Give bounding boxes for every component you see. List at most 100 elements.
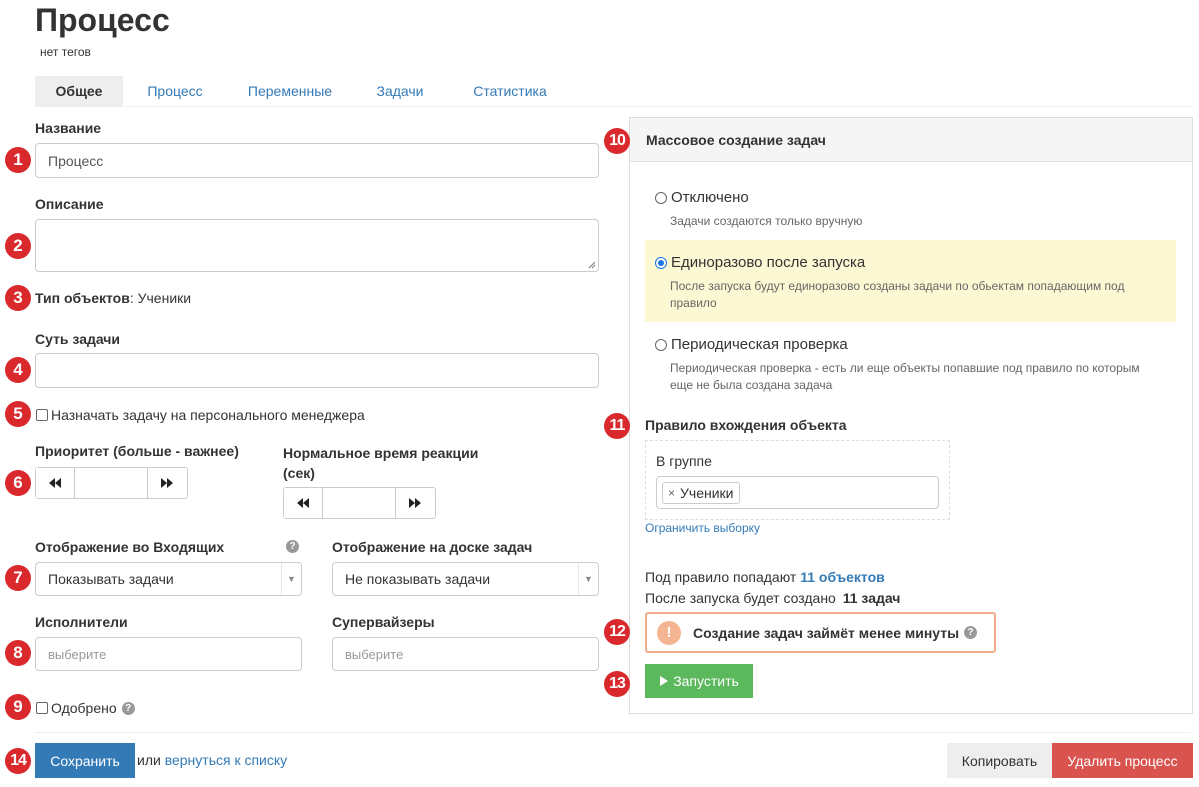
group-label: В группе <box>656 453 712 469</box>
or-back-row: или вернуться к списку <box>137 752 287 768</box>
count-prefix: Под правило попадают <box>645 569 801 585</box>
description-textarea[interactable] <box>35 219 599 272</box>
save-button[interactable]: Сохранить <box>35 743 135 778</box>
remove-tag-icon[interactable]: × <box>668 486 675 500</box>
supervisors-input[interactable]: выберите <box>332 637 599 671</box>
badge-3: 3 <box>5 285 31 311</box>
option-disabled-title: Отключено <box>671 189 749 206</box>
option-disabled[interactable]: Отключено <box>655 189 749 206</box>
assign-manager-label: Назначать задачу на персонального менедж… <box>51 407 365 423</box>
copy-button[interactable]: Копировать <box>947 743 1052 778</box>
tab-bar: Общее Процесс Переменные Задачи Статисти… <box>35 76 1191 107</box>
footer-divider <box>35 732 1191 733</box>
delete-process-button[interactable]: Удалить процесс <box>1052 743 1193 778</box>
badge-4: 4 <box>5 357 31 383</box>
approved-label: Одобрено <box>51 700 117 716</box>
group-select[interactable]: × Ученики <box>656 476 939 509</box>
name-input[interactable]: Процесс <box>35 143 599 178</box>
warning-icon: ! <box>657 620 681 645</box>
name-label: Название <box>35 120 102 136</box>
option-once-title: Единоразово после запуска <box>671 254 866 271</box>
badge-9: 9 <box>5 694 31 720</box>
assign-manager-checkbox[interactable] <box>36 409 48 421</box>
help-icon[interactable]: ? <box>121 701 135 715</box>
badge-2: 2 <box>5 233 31 259</box>
approved-row: Одобрено ? <box>36 700 135 716</box>
tags-label: нет тегов <box>40 45 91 59</box>
tab-variables[interactable]: Переменные <box>227 76 353 107</box>
option-disabled-desc: Задачи создаются только вручную <box>670 214 863 228</box>
or-text: или <box>137 752 161 768</box>
inbox-display-select[interactable]: Показывать задачи ▼ <box>35 562 302 596</box>
executors-input[interactable]: выберите <box>35 637 302 671</box>
page-title: Процесс <box>35 2 170 38</box>
priority-stepper[interactable] <box>35 467 188 499</box>
reaction-decrease-button[interactable] <box>284 488 322 518</box>
resize-handle-icon[interactable] <box>588 261 596 269</box>
help-icon[interactable]: ? <box>286 540 299 553</box>
option-periodic[interactable]: Периодическая проверка <box>655 336 848 353</box>
reaction-label: Нормальное время реакции (сек) <box>283 445 479 481</box>
badge-12: 12 <box>604 619 630 645</box>
play-icon <box>660 676 669 686</box>
limit-selection-link[interactable]: Ограничить выборку <box>645 521 760 535</box>
reaction-stepper[interactable] <box>283 487 436 519</box>
help-icon[interactable]: ? <box>964 626 978 639</box>
rewind-icon <box>49 478 61 488</box>
rule-title: Правило вхождения объекта <box>645 417 847 433</box>
priority-label: Приоритет (больше - важнее) <box>35 443 239 459</box>
run-button-label: Запустить <box>673 673 739 689</box>
object-type-value: : Ученики <box>129 290 192 306</box>
task-essence-input[interactable] <box>35 353 599 388</box>
badge-7: 7 <box>5 565 31 591</box>
rewind-icon <box>297 498 309 508</box>
count-link[interactable]: 11 объектов <box>800 569 885 585</box>
assign-manager-row: Назначать задачу на персонального менедж… <box>36 407 365 423</box>
count-row: Под правило попадают 11 объектов <box>645 569 885 585</box>
reaction-increase-button[interactable] <box>396 488 434 518</box>
caret-down-icon: ▼ <box>578 563 598 595</box>
badge-10: 10 <box>604 128 630 154</box>
board-display-label: Отображение на доске задач <box>332 539 533 555</box>
run-button[interactable]: Запустить <box>645 664 753 698</box>
description-label: Описание <box>35 196 104 212</box>
tab-tasks[interactable]: Задачи <box>353 76 447 107</box>
tab-statistics[interactable]: Статистика <box>447 76 573 107</box>
supervisors-label: Супервайзеры <box>332 614 435 630</box>
priority-decrease-button[interactable] <box>36 468 74 498</box>
board-display-select[interactable]: Не показывать задачи ▼ <box>332 562 599 596</box>
executors-label: Исполнители <box>35 614 128 630</box>
option-periodic-title: Периодическая проверка <box>671 336 848 353</box>
created-value: 11 задач <box>842 590 901 606</box>
tab-process[interactable]: Процесс <box>123 76 227 107</box>
created-prefix: После запуска будет создано <box>645 590 840 606</box>
tab-general[interactable]: Общее <box>35 76 123 107</box>
reaction-value[interactable] <box>322 488 396 518</box>
board-display-value: Не показывать задачи <box>345 571 491 587</box>
created-row: После запуска будет создано 11 задач <box>645 590 900 606</box>
badge-1: 1 <box>5 147 31 173</box>
option-periodic-desc: Периодическая проверка - есть ли еще объ… <box>670 361 1140 392</box>
fast-forward-icon <box>409 498 421 508</box>
fast-forward-icon <box>161 478 173 488</box>
group-tag-label: Ученики <box>680 485 734 501</box>
warning-box: ! Создание задач займёт менее минуты ? <box>645 612 996 653</box>
task-essence-label: Суть задачи <box>35 331 121 347</box>
badge-11: 11 <box>604 413 630 439</box>
badge-8: 8 <box>5 640 31 666</box>
mass-creation-title: Массовое создание задач <box>630 118 1192 162</box>
option-once-desc: После запуска будут единоразово созданы … <box>670 279 1125 310</box>
option-periodic-radio[interactable] <box>655 338 667 351</box>
option-once-radio[interactable] <box>655 256 667 269</box>
warning-text: Создание задач займёт менее минуты <box>693 624 960 641</box>
priority-increase-button[interactable] <box>148 468 186 498</box>
option-disabled-radio[interactable] <box>655 191 667 204</box>
approved-checkbox[interactable] <box>36 702 48 714</box>
inbox-display-label: Отображение во Входящих <box>35 539 225 555</box>
priority-value[interactable] <box>74 468 148 498</box>
object-type: Тип объектов: Ученики <box>35 290 191 306</box>
back-to-list-link[interactable]: вернуться к списку <box>165 752 287 768</box>
inbox-display-value: Показывать задачи <box>48 571 174 587</box>
object-type-label: Тип объектов <box>35 290 130 306</box>
option-once[interactable]: Единоразово после запуска <box>655 254 865 271</box>
